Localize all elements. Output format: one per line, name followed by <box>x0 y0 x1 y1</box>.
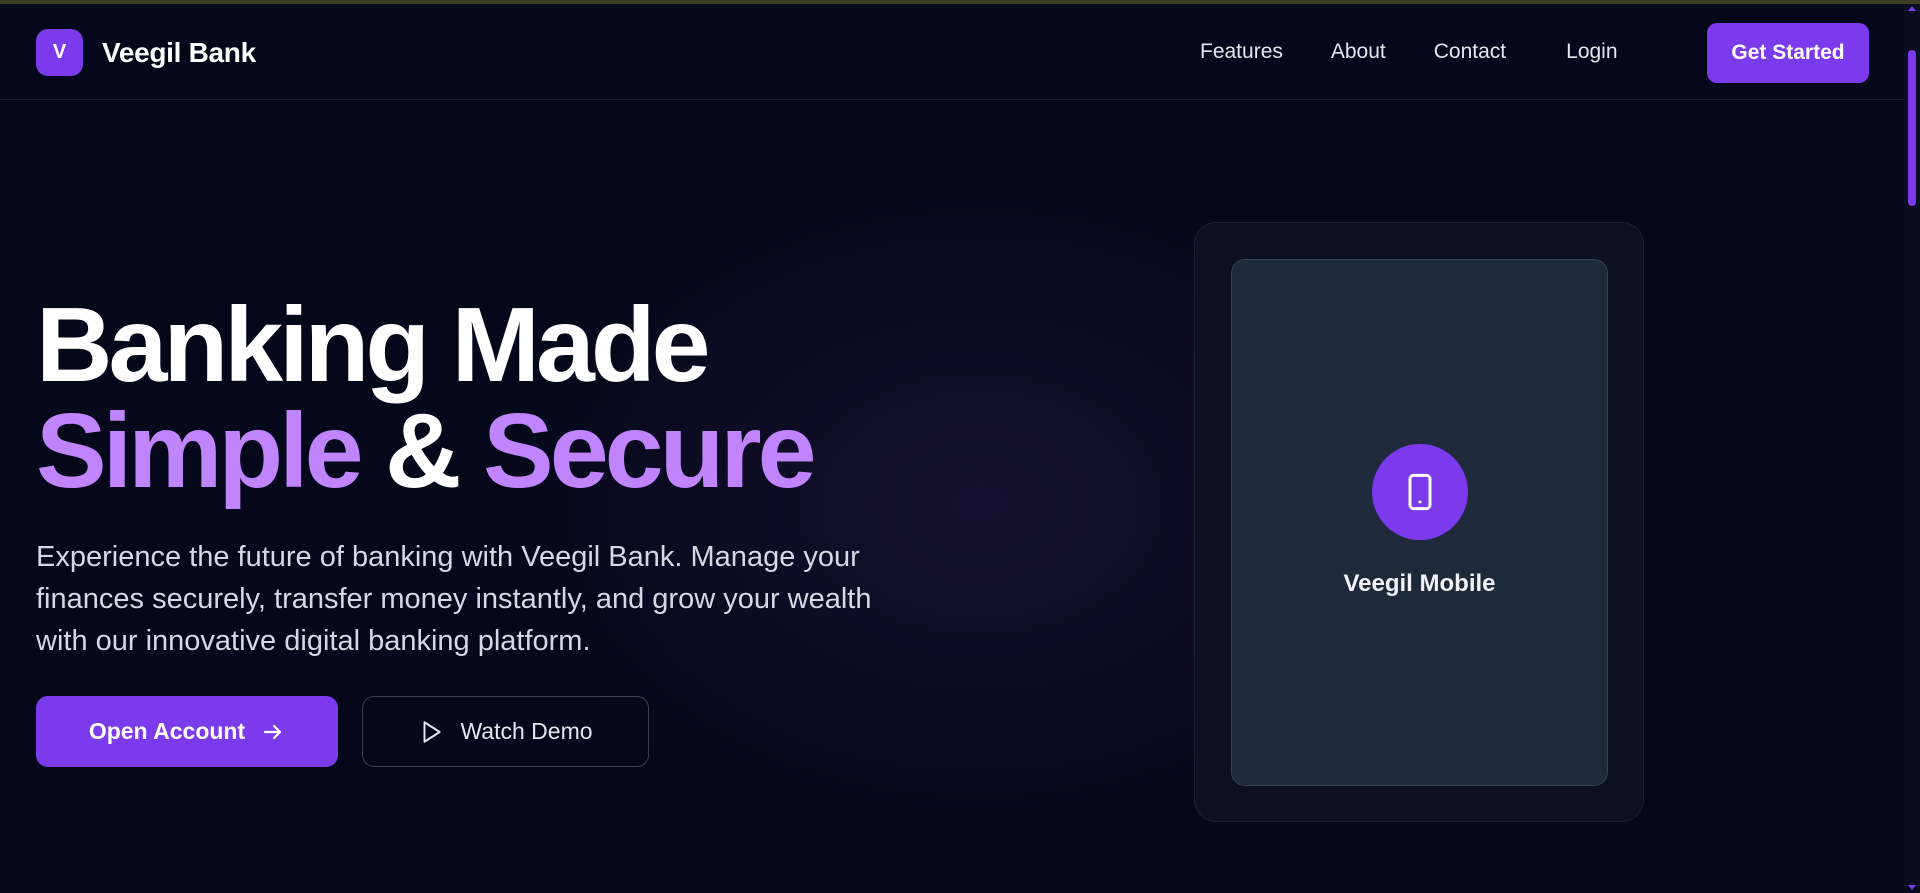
brand-name: Veegil Bank <box>102 36 256 68</box>
hero-title-ampersand: & <box>359 392 484 510</box>
open-account-button[interactable]: Open Account <box>36 696 338 767</box>
nav-links: Features About Contact Login <box>1200 4 1618 100</box>
play-icon <box>418 719 444 745</box>
hero-title: Banking Made Simple & Secure <box>36 286 817 504</box>
open-account-label: Open Account <box>88 718 246 744</box>
watch-demo-button[interactable]: Watch Demo <box>362 696 649 767</box>
device-mockup: Veegil Mobile <box>1194 222 1644 822</box>
hero-subtitle: Experience the future of banking with Ve… <box>36 541 872 657</box>
hero-title-line-1: Banking Made <box>36 286 711 404</box>
scrollbar[interactable] <box>1904 4 1920 893</box>
hero-title-simple: Simple <box>36 392 364 510</box>
landing-page: V Veegil Bank Features About Contact Log… <box>0 4 1904 893</box>
device-screen: Veegil Mobile <box>1231 259 1608 786</box>
scroll-up-icon[interactable] <box>1908 6 1916 11</box>
device-label: Veegil Mobile <box>1343 570 1496 597</box>
brand[interactable]: V Veegil Bank <box>36 29 256 76</box>
nav-link-contact[interactable]: Contact <box>1434 40 1506 64</box>
nav-link-features[interactable]: Features <box>1200 40 1283 64</box>
hero-title-line-2: Simple & Secure <box>36 398 817 504</box>
scrollbar-thumb[interactable] <box>1908 50 1916 206</box>
nav-link-about[interactable]: About <box>1331 40 1386 64</box>
scroll-down-icon[interactable] <box>1908 885 1916 890</box>
hero-title-secure: Secure <box>483 392 817 510</box>
top-navigation: V Veegil Bank Features About Contact Log… <box>0 4 1904 100</box>
smartphone-icon <box>1372 444 1468 540</box>
watch-demo-label: Watch Demo <box>460 718 593 744</box>
logo-mark: V <box>36 29 83 76</box>
get-started-button[interactable]: Get Started <box>1707 23 1869 83</box>
login-link[interactable]: Login <box>1566 40 1617 64</box>
arrow-right-icon <box>261 720 285 744</box>
